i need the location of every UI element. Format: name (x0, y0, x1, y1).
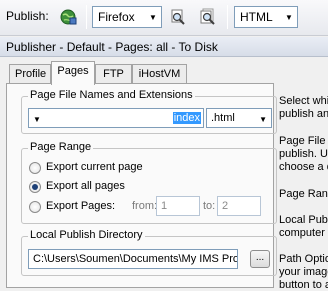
from-page-input[interactable]: 1 (156, 196, 200, 216)
file-name-value: index (172, 112, 201, 124)
help-text-line: publish and (279, 108, 328, 120)
tab-pages[interactable]: Pages (51, 61, 95, 85)
help-text-line: computer y (279, 227, 328, 239)
magnifier-page-icon (171, 9, 185, 25)
export-all-pages-radio[interactable] (29, 181, 41, 193)
browse-button[interactable]: ... (250, 250, 270, 268)
help-text-line: Select whi (279, 95, 328, 107)
page-range-legend: Page Range (28, 141, 94, 153)
publish-label: Publish: (6, 9, 49, 23)
browser-select-value: Firefox (98, 10, 135, 24)
help-text-line: Page File N (279, 135, 328, 147)
export-pages-label: Export Pages: (46, 200, 116, 212)
chevron-down-icon: ▼ (259, 115, 267, 124)
help-text-line: Local Publi (279, 214, 328, 226)
file-extension-value: .html (211, 112, 235, 124)
chevron-down-icon: ▼ (33, 115, 41, 124)
preview-all-button[interactable] (197, 6, 219, 28)
export-all-pages-label: Export all pages (46, 180, 125, 192)
tab-profile[interactable]: Profile (9, 64, 51, 83)
window-title: Publisher - Default - Pages: all - To Di… (0, 37, 328, 57)
help-text-line: choose a d (279, 161, 328, 173)
toolbar-separator (86, 5, 87, 29)
format-select-value: HTML (240, 10, 273, 24)
format-select[interactable]: HTML ▼ (234, 6, 298, 28)
chevron-down-icon: ▼ (285, 12, 293, 22)
tab-ftp[interactable]: FTP (95, 64, 132, 83)
to-label: to: (203, 200, 216, 212)
page-range-group: Page Range Export current page Export al… (21, 141, 277, 224)
publish-toolbar: Publish: Firefox ▼ HTML ▼ (0, 0, 328, 36)
browser-select[interactable]: Firefox ▼ (92, 6, 162, 28)
pages-tab-panel: Page File Names and Extensions ▼ index .… (6, 83, 277, 288)
from-label: from: (132, 200, 158, 212)
publish-globe-button[interactable] (57, 6, 79, 28)
file-extension-select[interactable]: .html ▼ (206, 108, 272, 128)
export-pages-radio[interactable] (29, 201, 41, 213)
globe-publish-icon (60, 9, 77, 25)
file-name-combo[interactable]: ▼ index (28, 108, 204, 128)
preview-button[interactable] (167, 6, 189, 28)
help-text-line: Path Optio (279, 253, 328, 265)
help-text-line: your image (279, 266, 328, 278)
toolbar-separator (227, 5, 228, 29)
help-text-line: publish. Us (279, 148, 328, 160)
file-names-legend: Page File Names and Extensions (28, 89, 195, 101)
help-text-line: Page Rang (279, 188, 328, 200)
chevron-down-icon: ▼ (149, 12, 157, 22)
local-dir-input[interactable]: C:\Users\Soumen\Documents\My IMS Pro (28, 249, 238, 269)
export-current-page-radio[interactable] (29, 162, 41, 174)
local-dir-group: Local Publish Directory C:\Users\Soumen\… (21, 229, 277, 276)
magnifier-pages-icon (200, 8, 215, 25)
export-current-page-label: Export current page (46, 161, 143, 173)
help-text-line: button to a (279, 279, 328, 291)
file-names-group: Page File Names and Extensions ▼ index .… (21, 89, 277, 134)
local-dir-legend: Local Publish Directory (28, 229, 145, 241)
to-page-input[interactable]: 2 (217, 196, 261, 216)
tab-ihostvm[interactable]: iHostVM (132, 64, 187, 83)
